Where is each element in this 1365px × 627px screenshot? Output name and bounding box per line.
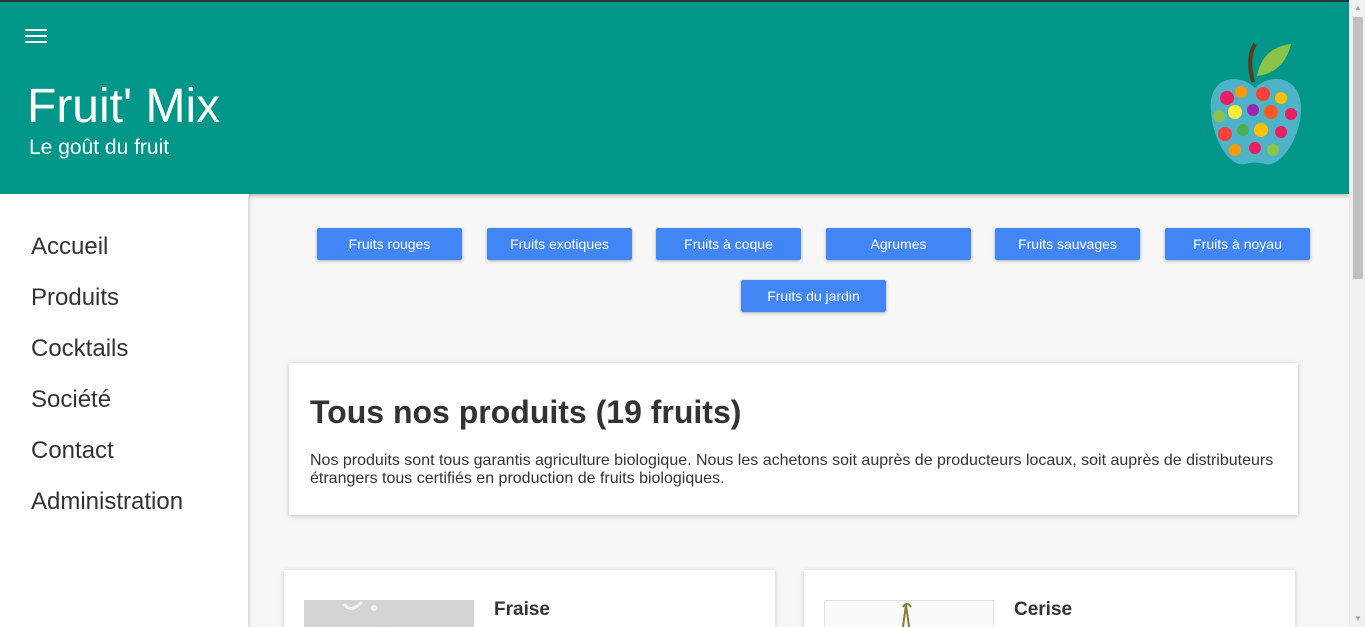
apple-logo-icon [1210, 42, 1302, 165]
product-name-cerise[interactable]: Cerise [1014, 599, 1072, 621]
hamburger-menu-icon[interactable] [25, 26, 47, 48]
category-button-fruits-a-noyau[interactable]: Fruits à noyau [1165, 228, 1310, 260]
product-card-cerise[interactable]: Cerise [804, 570, 1295, 627]
product-image-fraise[interactable] [304, 600, 474, 627]
product-card-fraise[interactable]: Fraise [284, 570, 775, 627]
category-button-fruits-du-jardin[interactable]: Fruits du jardin [741, 280, 886, 312]
sidebar-item-cocktails[interactable]: Cocktails [31, 334, 128, 364]
product-name-fraise[interactable]: Fraise [494, 599, 550, 621]
category-button-fruits-a-coque[interactable]: Fruits à coque [656, 228, 801, 260]
category-button-fruits-sauvages[interactable]: Fruits sauvages [995, 228, 1140, 260]
main-content: Fruits rouges Fruits exotiques Fruits à … [250, 194, 1349, 627]
sidebar-item-produits[interactable]: Produits [31, 283, 119, 313]
products-intro-card: Tous nos produits (19 fruits) Nos produi… [289, 363, 1298, 515]
scrollbar-thumb[interactable] [1353, 17, 1363, 279]
cherry-photo-icon [901, 603, 912, 627]
app-header: Fruit' Mix Le goût du fruit [0, 0, 1349, 194]
category-button-fruits-rouges[interactable]: Fruits rouges [317, 228, 462, 260]
sidebar-item-contact[interactable]: Contact [31, 436, 114, 466]
strawberry-photo-icon [304, 600, 474, 627]
page: Fruit' Mix Le goût du fruit Accueil Prod… [0, 0, 1349, 627]
scroll-up-arrow-icon[interactable]: ▲ [1350, 0, 1365, 16]
vertical-scrollbar[interactable]: ▲ ▼ [1349, 0, 1365, 627]
category-button-agrumes[interactable]: Agrumes [826, 228, 971, 260]
products-heading: Tous nos produits (19 fruits) [310, 394, 742, 430]
product-image-cerise[interactable] [824, 600, 994, 627]
sidebar-nav: Accueil Produits Cocktails Société Conta… [0, 194, 249, 627]
scroll-down-arrow-icon[interactable]: ▼ [1350, 611, 1365, 627]
sidebar-item-accueil[interactable]: Accueil [31, 232, 108, 262]
category-button-fruits-exotiques[interactable]: Fruits exotiques [487, 228, 632, 260]
sidebar-item-administration[interactable]: Administration [31, 487, 183, 517]
sidebar-item-societe[interactable]: Société [31, 385, 111, 415]
products-description: Nos produits sont tous garantis agricult… [310, 452, 1274, 487]
site-title[interactable]: Fruit' Mix [27, 80, 220, 134]
site-subtitle: Le goût du fruit [29, 136, 170, 159]
